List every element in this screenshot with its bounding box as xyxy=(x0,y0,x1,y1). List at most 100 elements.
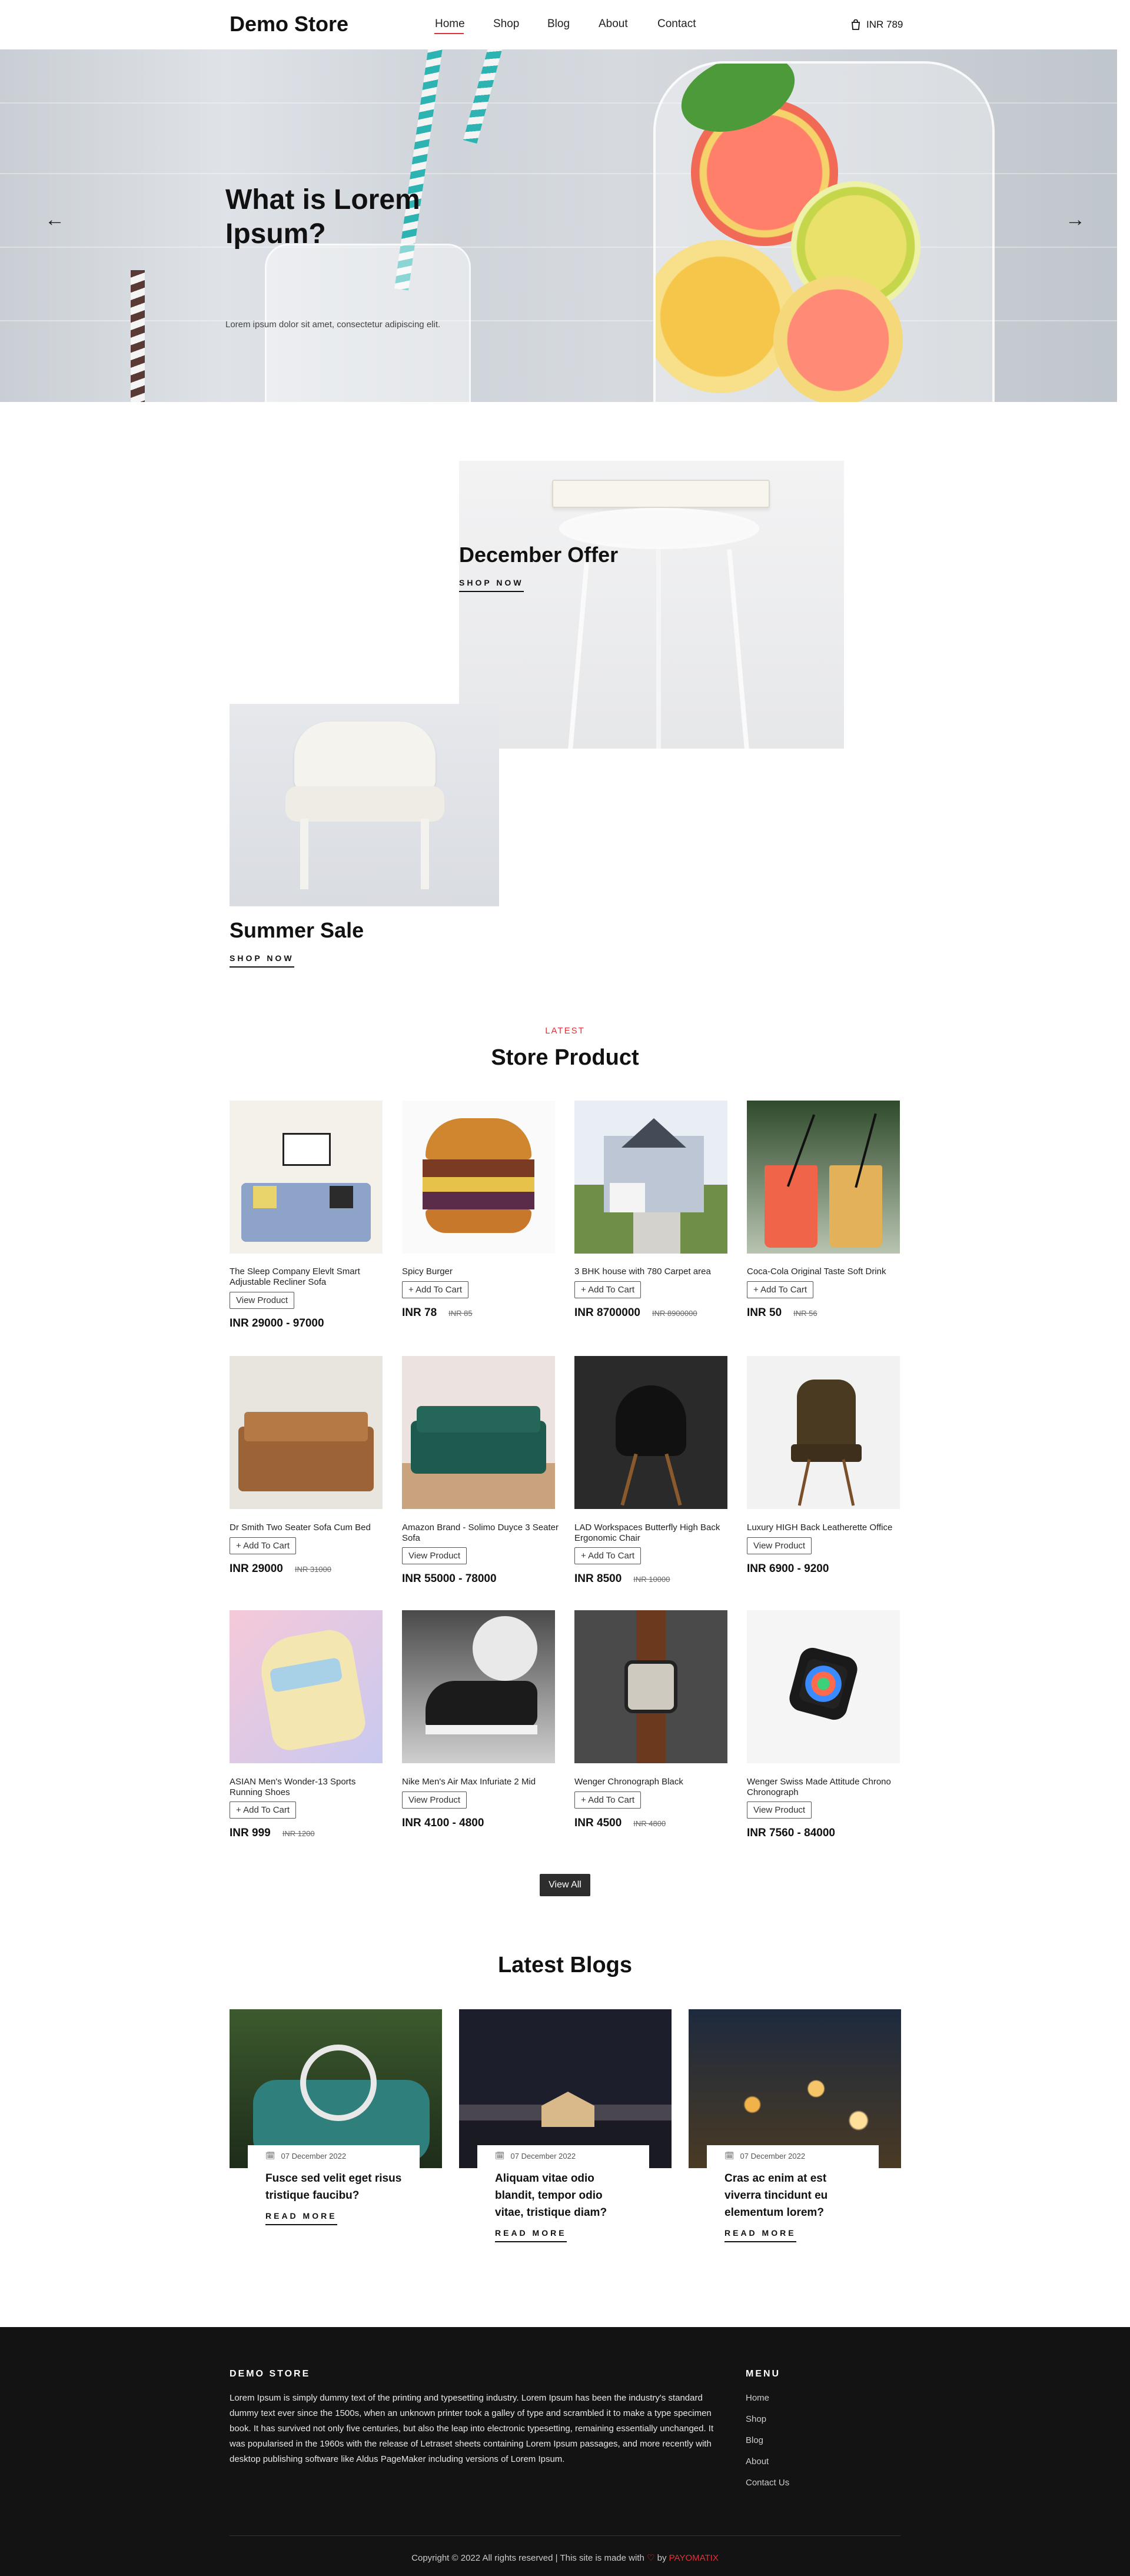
nav-contact[interactable]: Contact xyxy=(657,18,696,31)
footer-store-heading: DEMO STORE xyxy=(230,2369,311,2379)
add-to-cart-button[interactable]: + Add To Cart xyxy=(402,1281,469,1298)
product-image[interactable] xyxy=(747,1101,900,1254)
view-product-button[interactable]: View Product xyxy=(402,1791,467,1809)
footer-divider xyxy=(230,2535,900,2536)
nav-home[interactable]: Home xyxy=(435,18,465,31)
product-image[interactable] xyxy=(230,1610,383,1763)
product-image[interactable] xyxy=(402,1101,555,1254)
calendar-icon: 🗓 xyxy=(495,2151,505,2160)
arrow-right-icon[interactable]: → xyxy=(1065,208,1085,231)
blog-date: 07 December 2022 xyxy=(740,2151,806,2160)
product-name[interactable]: The Sleep Company Elevlt Smart Adjustabl… xyxy=(230,1267,388,1288)
blog-image[interactable] xyxy=(689,2009,901,2168)
footer-link-contact[interactable]: Contact Us xyxy=(746,2478,789,2499)
view-product-button[interactable]: View Product xyxy=(402,1547,467,1564)
blog-title[interactable]: Cras ac enim at est viverra tincidunt eu… xyxy=(724,2170,861,2221)
december-offer-shop-now[interactable]: SHOP NOW xyxy=(459,578,524,592)
product-name[interactable]: Amazon Brand - Solimo Duyce 3 Seater Sof… xyxy=(402,1523,561,1544)
product-name[interactable]: Spicy Burger xyxy=(402,1267,561,1277)
add-to-cart-button[interactable]: + Add To Cart xyxy=(747,1281,814,1298)
product-price: INR 29000 INR 31000 xyxy=(230,1563,331,1575)
cart-total: INR 789 xyxy=(866,19,903,30)
read-more-link[interactable]: READ MORE xyxy=(495,2228,567,2242)
product-price: INR 8700000 INR 8900000 xyxy=(574,1307,697,1319)
summer-sale-title: Summer Sale xyxy=(230,918,364,942)
hero-slider: What is Lorem Ipsum? Lorem ipsum dolor s… xyxy=(0,49,1130,402)
footer-brand-link[interactable]: PAYOMATIX xyxy=(669,2553,719,2563)
blogs-title: Latest Blogs xyxy=(497,1953,633,1977)
blog-image[interactable] xyxy=(230,2009,442,2168)
product-price: INR 55000 - 78000 xyxy=(402,1573,497,1585)
product-price: INR 999 INR 1200 xyxy=(230,1827,315,1839)
product-image[interactable] xyxy=(574,1101,727,1254)
december-offer-title: December Offer xyxy=(459,543,619,567)
striped-straw-image xyxy=(131,270,145,402)
blog-card: 🗓 07 December 2022 Cras ac enim at est vi… xyxy=(707,2145,879,2242)
product-price: INR 29000 - 97000 xyxy=(230,1317,324,1329)
december-offer-image[interactable] xyxy=(459,461,844,749)
product-name[interactable]: Nike Men's Air Max Infuriate 2 Mid xyxy=(402,1777,561,1787)
footer-menu: Home Shop Blog About Contact Us xyxy=(746,2393,789,2499)
add-to-cart-button[interactable]: + Add To Cart xyxy=(574,1791,642,1809)
arrow-left-icon[interactable]: ← xyxy=(45,208,65,231)
add-to-cart-button[interactable]: + Add To Cart xyxy=(574,1547,642,1564)
read-more-link[interactable]: READ MORE xyxy=(265,2211,337,2225)
product-name[interactable]: Coca-Cola Original Taste Soft Drink xyxy=(747,1267,906,1277)
product-name[interactable]: 3 BHK house with 780 Carpet area xyxy=(574,1267,733,1277)
product-name[interactable]: Wenger Chronograph Black xyxy=(574,1777,733,1787)
product-image[interactable] xyxy=(574,1610,727,1763)
product-price: INR 6900 - 9200 xyxy=(747,1563,829,1575)
product-image[interactable] xyxy=(747,1356,900,1509)
product-price: INR 50 INR 56 xyxy=(747,1307,817,1319)
summer-sale-image[interactable] xyxy=(230,704,499,906)
nav-about[interactable]: About xyxy=(599,18,628,31)
heart-icon: ♡ xyxy=(647,2553,655,2563)
section-title: Store Product xyxy=(491,1045,639,1070)
product-image[interactable] xyxy=(402,1610,555,1763)
calendar-icon: 🗓 xyxy=(724,2151,734,2160)
pitcher-image xyxy=(653,61,995,402)
nav-shop[interactable]: Shop xyxy=(493,18,519,31)
view-all-button[interactable]: View All xyxy=(540,1874,590,1896)
product-image[interactable] xyxy=(230,1356,383,1509)
blog-date: 07 December 2022 xyxy=(510,2151,576,2160)
footer-link-home[interactable]: Home xyxy=(746,2393,789,2414)
blog-title[interactable]: Aliquam vitae odio blandit, tempor odio … xyxy=(495,2170,632,2221)
blog-title[interactable]: Fusce sed velit eget risus tristique fau… xyxy=(265,2170,402,2204)
product-name[interactable]: ASIAN Men's Wonder-13 Sports Running Sho… xyxy=(230,1777,388,1798)
footer-store-text: Lorem Ipsum is simply dummy text of the … xyxy=(230,2393,714,2464)
view-product-button[interactable]: View Product xyxy=(747,1537,812,1554)
footer-link-blog[interactable]: Blog xyxy=(746,2435,789,2457)
product-price: INR 78 INR 85 xyxy=(402,1307,473,1319)
read-more-link[interactable]: READ MORE xyxy=(724,2228,796,2242)
product-image[interactable] xyxy=(230,1101,383,1254)
add-to-cart-button[interactable]: + Add To Cart xyxy=(230,1801,297,1819)
product-price: INR 7560 - 84000 xyxy=(747,1827,835,1839)
blog-card: 🗓 07 December 2022 Fusce sed velit eget r… xyxy=(248,2145,420,2225)
add-to-cart-button[interactable]: + Add To Cart xyxy=(574,1281,642,1298)
product-image[interactable] xyxy=(402,1356,555,1509)
product-name[interactable]: LAD Workspaces Butterfly High Back Ergon… xyxy=(574,1523,733,1544)
product-price: INR 4500 INR 4800 xyxy=(574,1817,666,1829)
product-name[interactable]: Luxury HIGH Back Leatherette Office xyxy=(747,1523,906,1533)
footer-link-about[interactable]: About xyxy=(746,2457,789,2478)
site-footer: DEMO STORE Lorem Ipsum is simply dummy t… xyxy=(0,2327,1130,2576)
view-product-button[interactable]: View Product xyxy=(230,1292,295,1309)
product-image[interactable] xyxy=(747,1610,900,1763)
blog-date: 07 December 2022 xyxy=(281,2151,347,2160)
blog-card: 🗓 07 December 2022 Aliquam vitae odio bla… xyxy=(477,2145,649,2242)
nav-blog[interactable]: Blog xyxy=(547,18,570,31)
view-product-button[interactable]: View Product xyxy=(747,1801,812,1819)
footer-link-shop[interactable]: Shop xyxy=(746,2414,789,2435)
blog-image[interactable] xyxy=(459,2009,672,2168)
product-name[interactable]: Wenger Swiss Made Attitude Chrono Chrono… xyxy=(747,1777,906,1798)
product-price: INR 8500 INR 10000 xyxy=(574,1573,670,1585)
footer-menu-heading: MENU xyxy=(746,2369,781,2379)
shopping-bag-icon xyxy=(852,19,860,30)
summer-sale-shop-now[interactable]: SHOP NOW xyxy=(230,953,294,968)
add-to-cart-button[interactable]: + Add To Cart xyxy=(230,1537,297,1554)
product-name[interactable]: Dr Smith Two Seater Sofa Cum Bed xyxy=(230,1523,388,1533)
product-image[interactable] xyxy=(574,1356,727,1509)
cart-button[interactable]: INR 789 xyxy=(851,19,903,31)
site-logo[interactable]: Demo Store xyxy=(230,12,348,36)
